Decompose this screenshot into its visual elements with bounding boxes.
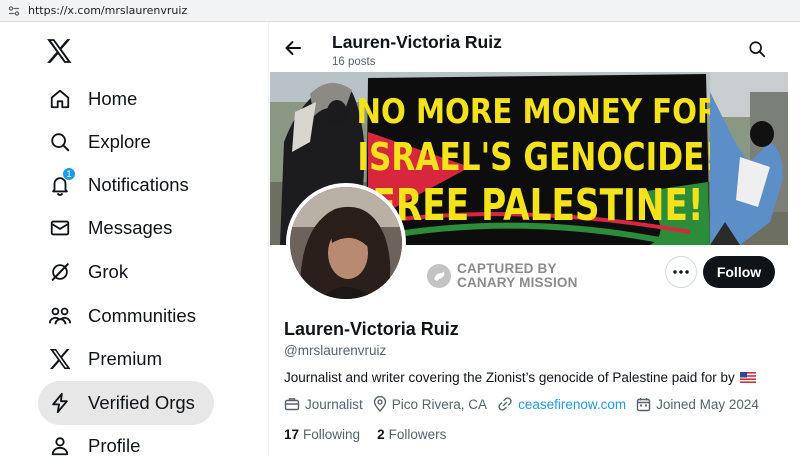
sidebar-item-profile[interactable]: Profile	[38, 424, 152, 468]
profile-bio: Journalist and writer covering the Zioni…	[284, 370, 756, 385]
search-icon[interactable]	[748, 40, 766, 58]
canary-bird-icon	[427, 264, 451, 288]
follow-button[interactable]: Follow	[703, 256, 775, 288]
followers-count: 2	[377, 427, 385, 442]
us-flag-icon	[739, 372, 756, 383]
sidebar-item-messages[interactable]: Messages	[38, 206, 184, 250]
more-options-button[interactable]	[665, 256, 697, 288]
person-icon	[48, 434, 72, 458]
following-link[interactable]: 17 Following	[284, 427, 360, 442]
website-link[interactable]: ceasefirenow.com	[518, 397, 626, 412]
sidebar-item-label: Explore	[88, 131, 151, 152]
profile-header-bar: Lauren-Victoria Ruiz 16 posts	[269, 22, 800, 74]
browser-url-bar[interactable]: https://x.com/mrslaurenvruiz	[0, 0, 800, 22]
sidebar-item-label: Verified Orgs	[88, 392, 195, 413]
sidebar-item-label: Communities	[88, 305, 196, 326]
x-logo-icon[interactable]	[46, 39, 72, 63]
following-count: 17	[284, 427, 300, 442]
search-icon	[48, 130, 72, 154]
sidebar-item-verified-orgs[interactable]: Verified Orgs	[38, 381, 214, 425]
home-icon	[48, 87, 72, 111]
sidebar-item-notifications[interactable]: 1 Notifications	[38, 163, 201, 207]
sidebar-item-premium[interactable]: Premium	[38, 337, 174, 381]
sidebar-item-explore[interactable]: Explore	[38, 120, 163, 164]
sidebar-item-label: Messages	[88, 217, 173, 238]
bell-icon: 1	[48, 167, 76, 197]
profile-joined: Joined May 2024	[636, 397, 759, 412]
post-count: 16 posts	[332, 56, 376, 68]
site-settings-icon[interactable]	[8, 5, 20, 17]
people-icon	[48, 304, 72, 328]
notification-badge: 1	[62, 167, 76, 181]
header-title: Lauren-Victoria Ruiz	[332, 32, 502, 52]
following-label: Following	[303, 427, 361, 442]
banner-line-3: FREE PALESTINE!	[372, 180, 703, 231]
profile-handle: @mrslaurenvruiz	[284, 343, 387, 358]
sidebar-item-label: Grok	[88, 261, 129, 282]
followers-label: Followers	[388, 427, 447, 442]
category-text: Journalist	[305, 396, 363, 412]
follow-stats: 17 Following 2 Followers	[284, 427, 463, 442]
avatar-photo	[290, 187, 402, 299]
grok-icon	[48, 260, 72, 284]
profile-column: Lauren-Victoria Ruiz 16 posts NO MORE MO…	[268, 22, 800, 456]
location-text: Pico Rivera, CA	[391, 396, 488, 412]
profile-name: Lauren-Victoria Ruiz	[284, 319, 459, 339]
back-arrow-icon[interactable]	[283, 38, 303, 58]
lightning-icon	[48, 391, 72, 415]
url-text[interactable]: https://x.com/mrslaurenvruiz	[28, 4, 187, 17]
sidebar-item-label: Notifications	[88, 174, 189, 195]
sidebar-item-label: Home	[88, 88, 138, 109]
sidebar: Home Explore 1 Notifications Messages Gr…	[0, 22, 268, 456]
sidebar-item-home[interactable]: Home	[38, 77, 149, 121]
more-dots-icon	[673, 270, 689, 274]
link-icon	[498, 397, 512, 411]
profile-location: Pico Rivera, CA	[373, 396, 487, 412]
profile-website[interactable]: ceasefirenow.com	[497, 396, 626, 412]
briefcase-icon	[284, 398, 300, 411]
bio-text: Journalist and writer covering the Zioni…	[284, 370, 735, 385]
x-logo-icon	[48, 347, 72, 371]
sidebar-item-grok[interactable]: Grok	[38, 250, 140, 294]
sidebar-item-label: Premium	[88, 348, 163, 369]
calendar-icon	[636, 397, 651, 411]
location-pin-icon	[373, 396, 386, 412]
followers-link[interactable]: 2 Followers	[377, 427, 446, 442]
banner-line-1: NO MORE MONEY FOR	[357, 93, 720, 132]
banner-line-2: ISRAEL'S GENOCIDE!	[357, 136, 718, 180]
canary-mission-watermark: CAPTURED BY CANARY MISSION	[427, 262, 578, 290]
canary-line-1: CAPTURED BY	[457, 261, 557, 276]
profile-category: Journalist	[284, 396, 363, 412]
sidebar-item-label: Profile	[88, 435, 141, 456]
profile-meta: Journalist Pico Rivera, CA ceasefirenow.…	[284, 396, 769, 412]
joined-text: Joined May 2024	[656, 396, 759, 412]
envelope-icon	[48, 216, 72, 240]
profile-avatar[interactable]	[286, 183, 406, 303]
canary-line-2: CANARY MISSION	[457, 275, 578, 290]
sidebar-item-communities[interactable]: Communities	[38, 294, 208, 338]
